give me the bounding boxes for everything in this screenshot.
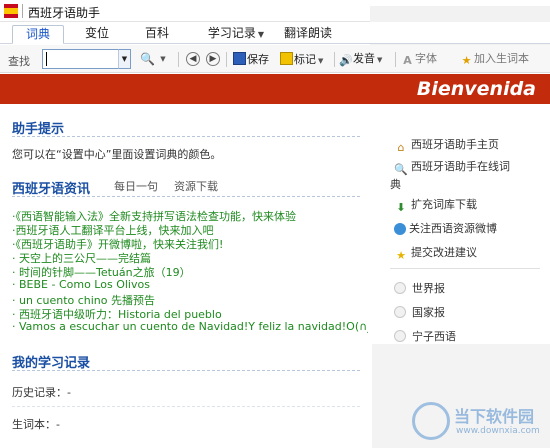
radio-el-pais[interactable]: 国家报 — [394, 304, 445, 320]
download-icon: ⬇ — [396, 201, 406, 214]
window-title: 西班牙语助手 — [28, 6, 101, 20]
search-label: 查找 — [8, 55, 30, 68]
sidebar-item-weibo[interactable]: 关注西语资源微博 — [394, 220, 497, 236]
toolbar: 查找 ▼ 🔍 ▼ ◀ ▶ 保存 标记 ▼ 🔊发音 ▼ A 字体 ★ 加入生词本 — [0, 45, 550, 73]
floppy-disk-icon — [233, 52, 246, 65]
add-to-wordbook-button[interactable]: ★ 加入生词本 — [460, 52, 529, 68]
watermark-text: 当下软件园 — [454, 407, 535, 426]
speak-button[interactable]: 🔊发音 ▼ — [339, 52, 382, 68]
sidebar-item-label: 关注西语资源微博 — [409, 222, 497, 235]
magnifier-icon[interactable]: 🔍 — [140, 52, 155, 66]
radio-label: 宁子西语 — [412, 330, 456, 343]
radio-ningzi[interactable]: 宁子西语 — [394, 328, 456, 344]
font-label: 字体 — [415, 52, 437, 65]
search-input[interactable] — [42, 49, 130, 69]
back-arrow-icon[interactable]: ◀ — [186, 52, 200, 66]
watermark: 当下软件园 www.downxia.com — [410, 400, 550, 448]
add-word-label: 加入生词本 — [474, 52, 529, 65]
divider — [12, 136, 360, 137]
tip-text: 您可以在“设置中心”里面设置词典的颜色。 — [12, 148, 222, 161]
welcome-banner: Bienvenida — [0, 74, 550, 104]
history-record[interactable]: 历史记录：- — [12, 384, 71, 400]
news-item[interactable]: · Vamos a escuchar un cuento de Navidad!… — [12, 320, 368, 333]
divider — [12, 196, 360, 197]
tab-encyclopedia[interactable]: 百科 — [136, 25, 178, 44]
divider — [12, 406, 360, 407]
globe-icon — [394, 223, 406, 235]
text-caret — [46, 52, 47, 66]
chevron-down-icon: ▼ — [377, 56, 383, 64]
star-icon: ★ — [396, 249, 406, 262]
forward-arrow-icon[interactable]: ▶ — [206, 52, 220, 66]
sidebar-item-label: 西班牙语助手主页 — [411, 138, 499, 151]
news-item[interactable]: · BEBE - Como Los Olivos — [12, 278, 368, 291]
tip-title: 助手提示 — [12, 122, 65, 137]
tab-dictionary[interactable]: 词典 — [12, 25, 64, 44]
sidebar-item-feedback[interactable]: ★ 提交改进建议 — [394, 244, 477, 263]
add-star-icon: ★ — [461, 54, 472, 67]
radio-el-mundo[interactable]: 世界报 — [394, 280, 445, 296]
font-icon: A — [403, 54, 412, 67]
sidebar-item-download-dictionary[interactable]: ⬇ 扩充词库下载 — [394, 196, 477, 215]
toolbar-separator — [178, 52, 179, 67]
sidebar-item-homepage[interactable]: ⌂ 西班牙语助手主页 — [394, 136, 500, 155]
watermark-logo-icon — [412, 402, 450, 440]
divider — [390, 268, 540, 269]
magnifier-dropdown-icon[interactable]: ▼ — [156, 52, 170, 66]
tab-study-records[interactable]: 学习记录 ▼ — [196, 25, 276, 44]
chevron-down-icon: ▼ — [318, 57, 324, 65]
toolbar-separator — [226, 52, 227, 67]
records-title: 我的学习记录 — [12, 356, 91, 371]
tab-conjugation[interactable]: 变位 — [76, 25, 118, 44]
wordbook-record[interactable]: 生词本：- — [12, 416, 60, 432]
radio-label: 世界报 — [412, 282, 445, 295]
speaker-icon: 🔊 — [339, 54, 353, 67]
search-dropdown-button[interactable]: ▼ — [118, 49, 131, 69]
tab-study-records-label: 学习记录 — [207, 26, 256, 40]
save-label: 保存 — [247, 53, 269, 66]
tab-translate-read[interactable]: 翻译朗读 — [276, 25, 340, 44]
radio-button — [394, 330, 406, 342]
home-icon: ⌂ — [397, 141, 405, 154]
speak-label: 发音 — [353, 52, 375, 65]
radio-button — [394, 282, 406, 294]
news-title[interactable]: 西班牙语资讯 — [12, 178, 90, 197]
banner-text: Bienvenida — [416, 78, 536, 100]
mark-button[interactable]: 标记 ▼ — [280, 52, 323, 68]
search-icon: 🔍 — [394, 163, 408, 176]
subtab-resource-download[interactable]: 资源下载 — [174, 178, 218, 194]
sidebar-item-label: 扩充词库下载 — [411, 198, 477, 211]
main-tabs: 词典 变位 百科 学习记录 ▼ 翻译朗读 — [0, 22, 550, 44]
divider — [12, 370, 360, 371]
radio-button — [394, 306, 406, 318]
chevron-down-icon: ▼ — [257, 30, 265, 39]
sidebar-item-continuation[interactable]: 典 — [390, 176, 401, 192]
sidebar-item-online-dictionary[interactable]: 🔍 西班牙语助手在线词 — [394, 158, 510, 177]
sidebar-item-label: 提交改进建议 — [411, 246, 477, 259]
font-button[interactable]: A 字体 — [401, 52, 437, 68]
main-content: 助手提示 您可以在“设置中心”里面设置词典的颜色。 西班牙语资讯 每日一句 资源… — [0, 104, 368, 448]
subtab-daily-sentence[interactable]: 每日一句 — [114, 178, 158, 194]
save-button[interactable]: 保存 — [233, 52, 269, 68]
watermark-url: www.downxia.com — [456, 426, 540, 436]
toolbar-separator — [395, 52, 396, 67]
toolbar-separator — [334, 52, 335, 67]
title-separator — [22, 4, 23, 18]
bookmark-icon — [280, 52, 293, 65]
mark-label: 标记 — [294, 53, 316, 66]
radio-label: 国家报 — [412, 306, 445, 319]
app-logo-icon — [4, 4, 18, 18]
sidebar-item-label: 西班牙语助手在线词 — [411, 160, 510, 173]
